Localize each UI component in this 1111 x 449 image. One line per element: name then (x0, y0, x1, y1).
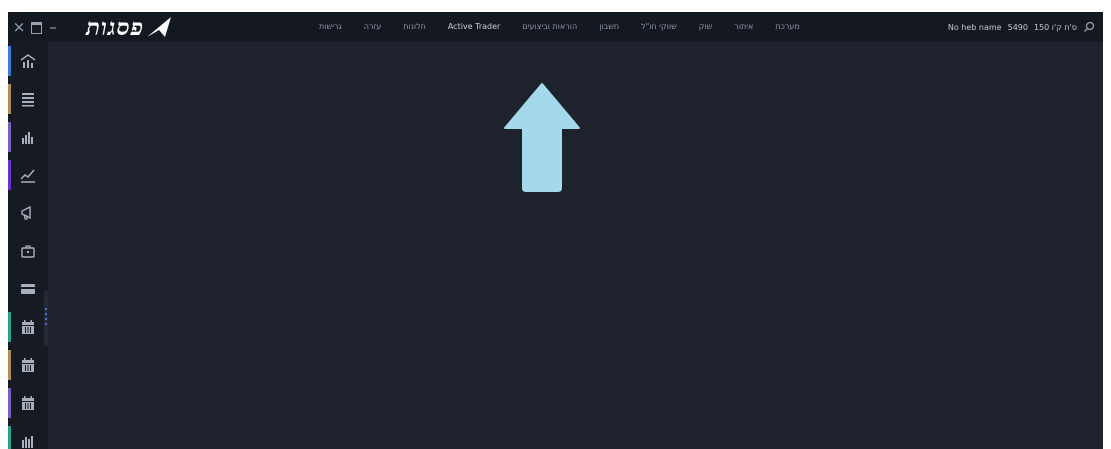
account-name: No heb name (947, 22, 1002, 32)
sidebar-item-card[interactable] (8, 272, 48, 306)
sidebar-accent (8, 160, 11, 190)
menu-item-2[interactable]: חלונות (392, 12, 437, 42)
card-icon (21, 284, 35, 294)
menu-item-4[interactable]: הוראות וביצועים (511, 12, 588, 42)
menu-item-1[interactable]: עזרה (353, 12, 393, 42)
calendar-icon (22, 358, 34, 372)
pointer-arrow-icon (504, 83, 580, 192)
sidebar-accent (8, 312, 11, 342)
line-chart-icon (20, 169, 35, 183)
sidebar-accent (8, 350, 11, 380)
sidebar-item-calendar-2[interactable] (8, 348, 48, 382)
sidebar-item-home[interactable] (8, 44, 48, 78)
arrow-logo-icon (147, 17, 172, 37)
menu-item-7[interactable]: שוק (688, 12, 724, 42)
sidebar-item-portfolio[interactable] (8, 234, 48, 268)
sidebar-accent (8, 46, 11, 76)
logo-text: פסגות (86, 13, 145, 41)
sidebar-item-chart[interactable] (8, 424, 48, 449)
minimize-button[interactable]: – (44, 12, 62, 42)
sidebar-accent (8, 84, 11, 114)
maximize-icon (30, 21, 42, 34)
app-window: × – פסגות גרישות עזרה חלונות Active Trad… (8, 12, 1103, 449)
bar-chart-icon (22, 132, 33, 144)
sidebar-item-line-chart[interactable] (8, 158, 48, 192)
close-button[interactable]: × (10, 12, 28, 42)
maximize-button[interactable] (28, 12, 44, 42)
sidebar-accent (8, 426, 11, 449)
menu-item-5[interactable]: חשבון (588, 12, 630, 42)
sidebar-item-list[interactable] (8, 82, 48, 116)
megaphone-icon (21, 205, 31, 220)
menu-item-6[interactable]: שווקי חו"ל (630, 12, 688, 42)
menu-item-0[interactable]: גרישות (308, 12, 353, 42)
sidebar-item-news[interactable] (8, 196, 48, 230)
list-icon (22, 93, 34, 107)
search-icon[interactable] (1083, 21, 1095, 33)
main-menu: גרישות עזרה חלונות Active Trader הוראות … (308, 12, 811, 42)
account-branch: 150 ס'ח ק'ו (1033, 22, 1077, 32)
sidebar-item-calendar-3[interactable] (8, 386, 48, 420)
sidebar-accent (8, 122, 11, 152)
menu-item-9[interactable]: מערכת (764, 12, 810, 42)
home-chart-icon (20, 54, 36, 68)
sidebar-accent (8, 388, 11, 418)
sidebar (8, 42, 48, 449)
grip-icon (45, 308, 47, 328)
calendar-icon (22, 320, 34, 334)
chart-icon (22, 436, 33, 448)
calendar-icon (22, 396, 34, 410)
account-number: 5490 (1007, 22, 1028, 32)
menu-item-active-trader[interactable]: Active Trader (437, 12, 511, 42)
app-logo: פסגות (86, 12, 172, 42)
sidebar-item-calendar-1[interactable] (8, 310, 48, 344)
sidebar-item-bar-chart[interactable] (8, 120, 48, 154)
briefcase-icon (21, 245, 35, 258)
menu-item-8[interactable]: איתור (723, 12, 764, 42)
top-bar: × – פסגות גרישות עזרה חלונות Active Trad… (8, 12, 1103, 42)
workspace (48, 42, 1103, 449)
account-info: No heb name 5490 150 ס'ח ק'ו (948, 12, 1095, 42)
